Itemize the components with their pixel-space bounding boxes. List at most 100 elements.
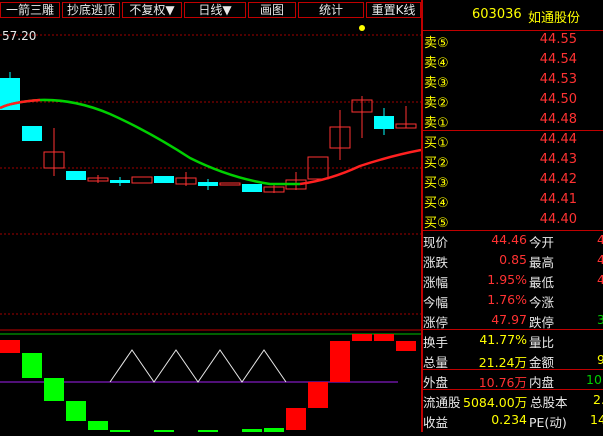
ask-price: 44.48 xyxy=(539,112,577,127)
ask-row-3[interactable]: 卖③ 44.53 xyxy=(423,71,603,91)
candle xyxy=(110,180,130,183)
current-price: 44.46 xyxy=(491,232,527,247)
low-price: 4 xyxy=(597,272,603,287)
stat-label: 今开 xyxy=(529,235,555,250)
kline-svg: 57.20 xyxy=(0,25,422,432)
stat-row: 涨停 47.97 跌停 3 xyxy=(423,310,603,330)
bid-label: 买① xyxy=(424,136,449,151)
ask-row-5[interactable]: 卖⑤ 44.55 xyxy=(423,31,603,51)
stat-label: 换手 xyxy=(423,335,449,350)
indicator-bars xyxy=(0,334,416,432)
stat-row: 涨跌 0.85 最高 4 xyxy=(423,250,603,270)
bid-label: 买⑤ xyxy=(424,216,449,231)
stat-label: PE(动) xyxy=(529,415,567,430)
bid-price: 44.40 xyxy=(539,212,577,227)
toolbar-button-chaodi-taoding[interactable]: 抄底逃顶 xyxy=(62,2,120,18)
limit-down: 3 xyxy=(597,312,603,327)
stat-row: 总量 21.24万 金额 9. xyxy=(423,350,603,370)
bid-row-1[interactable]: 买① 44.44 xyxy=(423,131,603,151)
candlesticks xyxy=(0,72,417,193)
ask-label: 卖③ xyxy=(424,76,449,91)
ask-label: 卖② xyxy=(424,96,449,111)
ask-price: 44.54 xyxy=(539,52,577,67)
amplitude: 1.76% xyxy=(487,292,527,307)
bid-label: 买② xyxy=(424,156,449,171)
stock-name: 如通股份 xyxy=(528,11,581,26)
quote-panel: 603036 如通股份 卖⑤ 44.55 卖④ 44.54 卖③ 44.53 卖② 44… xyxy=(423,0,603,432)
candle xyxy=(66,171,86,180)
stat-label: 今涨 xyxy=(529,295,555,310)
bid-price: 44.43 xyxy=(539,152,577,167)
quote-header: 603036 如通股份 xyxy=(423,0,603,30)
total-shares: 2. xyxy=(593,392,603,407)
candle xyxy=(154,176,174,183)
stat-label: 流通股 xyxy=(423,395,461,410)
ask-row-2[interactable]: 卖② 44.50 xyxy=(423,91,603,111)
stat-row: 收益 0.234 PE(动) 14 xyxy=(423,410,603,430)
ask-price: 44.50 xyxy=(539,92,577,107)
stock-code: 603036 xyxy=(472,7,522,22)
bid-row-2[interactable]: 买② 44.43 xyxy=(423,151,603,171)
candle xyxy=(198,182,218,186)
pe-ratio: 14 xyxy=(590,412,603,427)
bid-row-3[interactable]: 买③ 44.42 xyxy=(423,171,603,191)
bid-label: 买④ xyxy=(424,196,449,211)
bid-price: 44.44 xyxy=(539,132,577,147)
event-marker-icon[interactable] xyxy=(359,25,365,31)
stat-label: 最高 xyxy=(529,255,555,270)
change-percent: 1.95% xyxy=(487,272,527,287)
ask-row-1[interactable]: 卖① 44.48 xyxy=(423,111,603,131)
stat-label: 现价 xyxy=(423,235,449,250)
candle xyxy=(219,182,241,186)
price-scale-label: 57.20 xyxy=(2,29,36,43)
bid-row-4[interactable]: 买④ 44.41 xyxy=(423,191,603,211)
stat-label: 涨幅 xyxy=(423,275,449,290)
moving-average-down xyxy=(0,98,300,186)
bid-row-5[interactable]: 买⑤ 44.40 xyxy=(423,211,603,231)
toolbar-button-draw[interactable]: 画图 xyxy=(248,2,296,18)
stat-row: 外盘 10.76万 内盘 10. xyxy=(423,370,603,390)
toolbar-dropdown-fuquan[interactable]: 不复权▼ xyxy=(122,2,182,18)
limit-up: 47.97 xyxy=(491,312,527,327)
ask-row-4[interactable]: 卖④ 44.54 xyxy=(423,51,603,71)
toolbar-button-yijiansandiao[interactable]: 一箭三雕 xyxy=(0,2,60,18)
ask-label: 卖⑤ xyxy=(424,36,449,51)
ask-label: 卖① xyxy=(424,116,449,131)
stat-label: 最低 xyxy=(529,275,555,290)
kline-chart[interactable]: 57.20 xyxy=(0,20,422,432)
stat-label: 收益 xyxy=(423,415,449,430)
price-change: 0.85 xyxy=(499,252,527,267)
stat-row: 今幅 1.76% 今涨 xyxy=(423,290,603,310)
price-grid xyxy=(0,34,421,315)
stat-label: 量比 xyxy=(529,335,555,350)
stat-label: 涨跌 xyxy=(423,255,449,270)
bid-price: 44.41 xyxy=(539,192,577,207)
stat-row: 现价 44.46 今开 4 xyxy=(423,230,603,250)
stat-row: 换手 41.77% 量比 xyxy=(423,330,603,350)
stat-row: 流通股 5084.00万 总股本 2. xyxy=(423,390,603,410)
earnings-per-share: 0.234 xyxy=(491,412,527,427)
turnover-rate: 41.77% xyxy=(479,332,527,347)
bid-price: 44.42 xyxy=(539,172,577,187)
candle xyxy=(22,126,42,141)
stat-label: 今幅 xyxy=(423,295,449,310)
high-price: 4 xyxy=(597,252,603,267)
stat-row: 涨幅 1.95% 最低 4 xyxy=(423,270,603,290)
open-price: 4 xyxy=(597,232,603,247)
ask-price: 44.55 xyxy=(539,32,577,47)
indicator-zigzag xyxy=(109,349,287,383)
ask-price: 44.53 xyxy=(539,72,577,87)
toolbar-button-statistics[interactable]: 统计 xyxy=(298,2,364,18)
ask-label: 卖④ xyxy=(424,56,449,71)
inner-volume: 10. xyxy=(586,372,603,387)
toolbar-button-reset-kline[interactable]: 重置K线 xyxy=(366,2,421,18)
candle xyxy=(374,116,394,129)
turnover-amount: 9. xyxy=(597,352,603,367)
stat-label: 总股本 xyxy=(530,395,568,410)
candle xyxy=(242,184,262,192)
candle xyxy=(131,176,153,184)
toolbar-dropdown-period[interactable]: 日线▼ xyxy=(184,2,246,18)
bid-label: 买③ xyxy=(424,176,449,191)
float-shares: 5084.00万 xyxy=(463,395,528,410)
chart-toolbar: 一箭三雕 抄底逃顶 不复权▼ 日线▼ 画图 统计 重置K线 xyxy=(0,0,421,20)
